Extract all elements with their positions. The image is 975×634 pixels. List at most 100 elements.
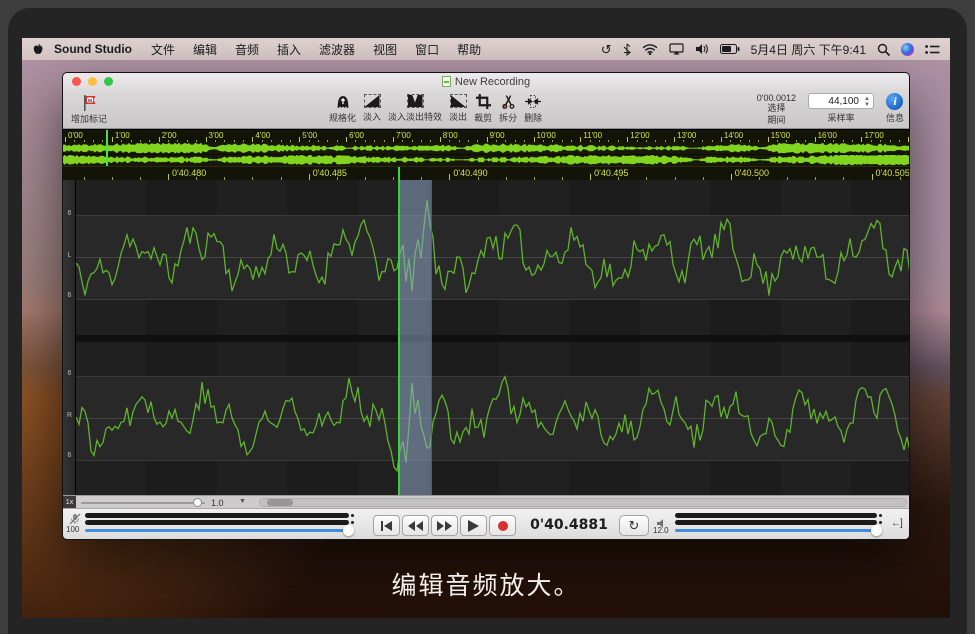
caption-text: 编辑音频放大。 (22, 566, 950, 602)
transport-buttons (373, 515, 516, 536)
overview-ruler-label: 1'00 (115, 131, 130, 140)
overview-ruler-label: 15'00 (771, 131, 790, 140)
sample-rate-value[interactable]: 44,100 ▲▼ (808, 93, 874, 109)
play-button[interactable] (460, 515, 487, 536)
overview-channel-divider (63, 154, 909, 155)
input-volume-thumb[interactable] (343, 525, 354, 536)
zoom-row: 1x 1.0 ▼ (63, 495, 909, 508)
channel-waveforms-svg (76, 180, 909, 495)
delete-label: 删除 (524, 111, 542, 124)
overview-ruler[interactable]: 0'001'002'003'004'005'006'007'008'009'00… (63, 129, 909, 142)
wifi-icon[interactable] (642, 43, 658, 55)
desktop: Sound Studio 文件 编辑 音频 插入 滤波器 视图 窗口 帮助 ↺ (22, 38, 950, 618)
overview-ruler-label: 13'00 (677, 131, 696, 140)
menu-item-filter[interactable]: 滤波器 (319, 41, 355, 58)
apple-menu-icon[interactable] (32, 42, 44, 56)
input-meter-left (85, 513, 349, 518)
menu-item-view[interactable]: 视图 (373, 41, 397, 58)
selection-region[interactable] (398, 180, 432, 495)
fade-out-button[interactable]: 淡出 (449, 94, 467, 124)
fade-in-icon (364, 94, 381, 108)
zoom-button[interactable] (104, 77, 113, 86)
transport-bar: 100 (63, 508, 909, 540)
fade-in-button[interactable]: 淡入 (363, 94, 381, 124)
right-channel-label: R (63, 412, 76, 419)
selection-duration-display: 0'00.0012 选择 期间 (757, 93, 796, 126)
siri-icon[interactable] (901, 43, 914, 56)
overview-ruler-label: 7'00 (396, 131, 411, 140)
fast-forward-button[interactable] (431, 515, 458, 536)
fade-in-out-icon (407, 94, 424, 108)
go-to-start-button[interactable] (373, 515, 400, 536)
horizontal-scrollbar[interactable] (259, 498, 907, 507)
menu-item-insert[interactable]: 插入 (277, 41, 301, 58)
minimize-button[interactable] (88, 77, 97, 86)
stepper-icon[interactable]: ▲▼ (864, 96, 870, 108)
output-volume-slider[interactable] (675, 529, 877, 532)
zoom-slider-track[interactable] (81, 502, 205, 504)
overview-ruler-label: 14'00 (724, 131, 743, 140)
output-volume-value: 12.0 (653, 526, 669, 535)
menu-item-help[interactable]: 帮助 (457, 41, 481, 58)
input-meters (85, 513, 349, 532)
split-button[interactable]: 拆分 (499, 94, 517, 124)
delete-button[interactable]: 删除 (524, 94, 542, 124)
info-button[interactable]: i 信息 (886, 93, 904, 124)
menu-item-file[interactable]: 文件 (151, 41, 175, 58)
input-volume-slider[interactable] (85, 529, 349, 532)
notification-center-icon[interactable] (925, 44, 940, 55)
document-proxy-icon[interactable] (442, 76, 451, 87)
horizontal-scrollbar-thumb[interactable] (267, 499, 293, 506)
overview-playhead[interactable] (106, 130, 108, 166)
selection-duration-value: 0'00.0012 (757, 93, 796, 103)
rewind-button[interactable] (402, 515, 429, 536)
title-bar[interactable]: New Recording (63, 73, 909, 90)
info-label: 信息 (886, 111, 904, 124)
edit-area: 6 L 6 6 R 6 (63, 180, 909, 495)
info-icon: i (886, 93, 903, 110)
zoom-ruler-label: 0'40.480 (172, 168, 206, 178)
bluetooth-icon[interactable] (623, 43, 631, 56)
zoom-value-chevron-icon[interactable]: ▼ (239, 498, 246, 505)
zoom-ruler[interactable]: 0'40.4800'40.4850'40.4900'40.4950'40.500… (63, 166, 909, 180)
split-label: 拆分 (499, 111, 517, 124)
battery-icon[interactable] (720, 44, 740, 54)
waveform-zone[interactable] (76, 180, 909, 495)
crop-icon (476, 94, 491, 109)
record-button[interactable] (489, 515, 516, 536)
menu-item-edit[interactable]: 编辑 (193, 41, 217, 58)
channel-gutter: 6 L 6 6 R 6 (63, 180, 76, 495)
overview-ruler-label: 0'00 (68, 131, 83, 140)
time-machine-icon[interactable]: ↺ (601, 43, 612, 56)
overview-ruler-label: 3'00 (209, 131, 224, 140)
left-bottom-db-label: 6 (63, 292, 76, 299)
svg-text:M: M (88, 98, 92, 103)
zoom-slider-thumb[interactable] (193, 498, 202, 507)
marker-flag-icon: M (80, 94, 98, 112)
add-marker-button[interactable]: M 增加标记 (71, 94, 107, 125)
zoom-value[interactable]: 1.0 (211, 498, 224, 508)
spotlight-icon[interactable] (877, 43, 890, 56)
normalize-icon (335, 94, 351, 109)
crop-button[interactable]: 裁剪 (474, 94, 492, 124)
fade-in-out-label: 淡入淡出特效 (388, 110, 442, 123)
normalize-button[interactable]: 规格化 (329, 94, 356, 124)
zoom-ruler-label: 0'40.500 (735, 168, 769, 178)
menu-bar-clock[interactable]: 5月4日 周六 下午9:41 (751, 41, 866, 58)
fade-in-out-button[interactable]: 淡入淡出特效 (388, 94, 442, 124)
zoom-ruler-label: 0'40.495 (594, 168, 628, 178)
scissors-icon (501, 94, 516, 109)
output-volume-thumb[interactable] (871, 525, 882, 536)
app-menu-title[interactable]: Sound Studio (54, 42, 132, 56)
close-button[interactable] (72, 77, 81, 86)
jump-to-selection-icon[interactable]: ←] (891, 518, 902, 529)
volume-icon[interactable] (695, 43, 709, 55)
sample-rate-text: 44,100 (828, 96, 859, 107)
overview-waveform[interactable] (63, 142, 909, 166)
output-meter-right (675, 520, 877, 525)
menu-item-window[interactable]: 窗口 (415, 41, 439, 58)
airplay-icon[interactable] (669, 43, 684, 55)
menu-item-audio[interactable]: 音频 (235, 41, 259, 58)
sample-rate-control[interactable]: 44,100 ▲▼ 采样率 (808, 93, 874, 124)
loop-button[interactable]: ↻ (619, 515, 649, 536)
